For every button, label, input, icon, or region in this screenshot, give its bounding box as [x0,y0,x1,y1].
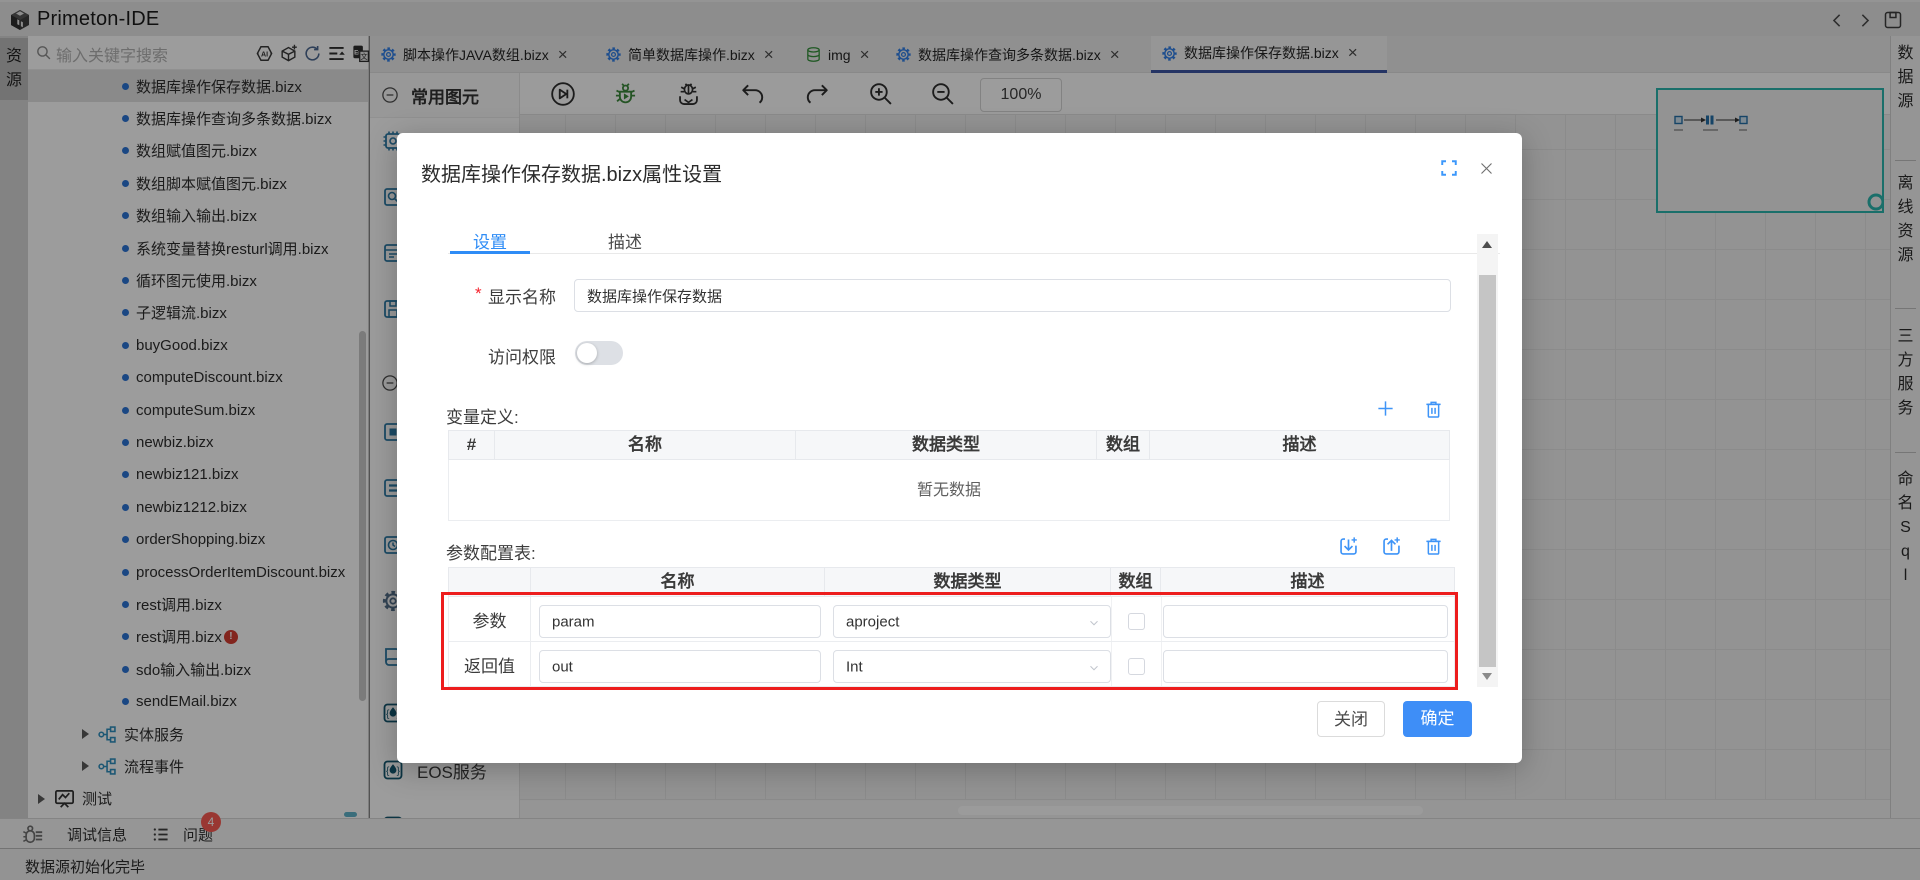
dialog-scrollbar[interactable] [1477,234,1498,687]
fullscreen-icon[interactable] [1440,159,1458,177]
dialog-title: 数据库操作保存数据.bizx属性设置 [421,158,722,187]
required-mark: * [475,284,482,304]
delete-variable-icon[interactable] [1424,400,1443,419]
scroll-down-icon[interactable] [1482,673,1492,680]
toggle-knob [577,343,597,363]
add-variable-icon[interactable] [1376,399,1395,418]
table-header: # 名称 数据类型 数组 描述 [448,430,1450,460]
vars-section-label: 变量定义: [446,403,519,428]
annotation-highlight-rect [441,592,1458,690]
access-label: 访问权限 [488,343,556,368]
params-section-label: 参数配置表: [446,539,536,564]
dialog-tab-description[interactable]: 描述 [585,228,665,253]
dialog-tab-settings[interactable]: 设置 [450,228,530,253]
scrollbar-thumb[interactable] [1479,275,1496,667]
import-params-icon[interactable] [1338,536,1359,557]
access-toggle-switch[interactable] [575,341,623,365]
variables-table: # 名称 数据类型 数组 描述 暂无数据 [448,430,1450,521]
close-button[interactable]: 关闭 [1317,701,1385,737]
scroll-up-icon[interactable] [1482,241,1492,248]
empty-table-placeholder: 暂无数据 [448,460,1450,521]
tabs-divider [448,253,1500,255]
export-params-icon[interactable] [1381,536,1402,557]
close-dialog-icon[interactable] [1479,161,1494,176]
active-tab-underline [450,251,530,254]
display-name-label: 显示名称 [488,283,556,308]
ok-button[interactable]: 确定 [1403,701,1472,737]
display-name-input[interactable]: 数据库操作保存数据 [574,279,1451,312]
delete-params-icon[interactable] [1424,537,1443,556]
